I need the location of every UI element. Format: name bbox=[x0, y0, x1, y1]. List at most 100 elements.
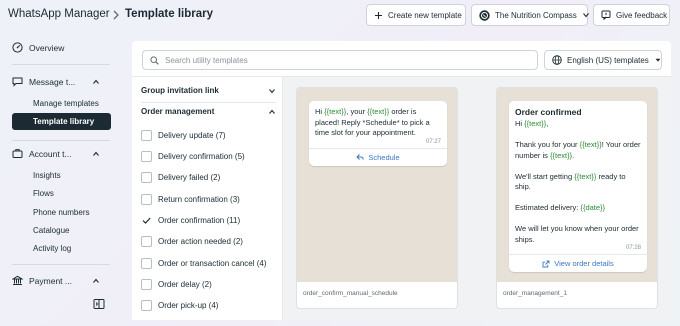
filter-order-action-needed[interactable]: Order action needed (2) bbox=[141, 236, 243, 247]
search-bar[interactable] bbox=[142, 50, 538, 70]
checkbox[interactable] bbox=[141, 172, 152, 183]
chevron-up-icon bbox=[92, 78, 100, 86]
sidebar-item-label: Overview bbox=[29, 42, 65, 53]
chevron-right-icon bbox=[111, 9, 121, 21]
filter-label: Order or transaction cancel (4) bbox=[158, 259, 267, 268]
whatsapp-icon bbox=[479, 9, 490, 21]
account-name: The Nutrition Compass bbox=[495, 10, 577, 20]
category-group-invitation-link[interactable]: Group invitation link bbox=[141, 86, 276, 95]
cta-button[interactable]: View order details bbox=[509, 254, 647, 272]
checkbox[interactable] bbox=[141, 194, 152, 205]
plus-icon bbox=[374, 11, 383, 20]
checkbox[interactable] bbox=[141, 279, 152, 290]
filter-return-confirmation[interactable]: Return confirmation (3) bbox=[141, 194, 240, 205]
sidebar-item-template-library[interactable]: Template library bbox=[12, 113, 111, 130]
account-selector[interactable]: The Nutrition Compass bbox=[471, 4, 590, 26]
template-name: order_management_1 bbox=[503, 290, 567, 297]
filter-delivery-confirmation[interactable]: Delivery confirmation (5) bbox=[141, 151, 245, 162]
sidebar-item-catalogue[interactable]: Catalogue bbox=[33, 226, 69, 235]
sidebar-item-activity-log[interactable]: Activity log bbox=[33, 244, 71, 253]
chat-bubble-icon bbox=[12, 76, 23, 87]
caret-down-icon bbox=[654, 56, 662, 64]
message-header: Order confirmed bbox=[515, 107, 582, 117]
feedback-icon bbox=[601, 10, 611, 20]
divider bbox=[141, 102, 276, 103]
top-bar: WhatsApp Manager Template library Create… bbox=[0, 0, 680, 30]
checkbox[interactable] bbox=[141, 258, 152, 269]
sidebar-section-message-templates[interactable]: Message t... bbox=[12, 76, 102, 87]
filter-order-delay[interactable]: Order delay (2) bbox=[141, 279, 212, 290]
filter-label: Order action needed (2) bbox=[158, 237, 243, 246]
cta-label: View order details bbox=[554, 259, 614, 268]
checkbox[interactable] bbox=[141, 300, 152, 311]
chevron-up-icon bbox=[268, 108, 276, 116]
language-select-value: English (US) templates bbox=[567, 55, 649, 65]
quick-reply-button[interactable]: Schedule bbox=[309, 147, 447, 166]
sidebar-section-payment[interactable]: Payment ... bbox=[12, 275, 102, 286]
chat-background: Hi {{text}}, your {{text}} order is plac… bbox=[297, 88, 457, 282]
quick-reply-label: Schedule bbox=[368, 152, 400, 162]
category-order-management[interactable]: Order management bbox=[141, 107, 276, 116]
sidebar-item-label: Template library bbox=[33, 117, 95, 126]
filter-delivery-failed[interactable]: Delivery failed (2) bbox=[141, 172, 220, 183]
filter-label: Order delay (2) bbox=[158, 280, 212, 289]
checkbox-checked[interactable] bbox=[141, 215, 152, 226]
template-card[interactable]: Order confirmed Hi {{text}}, Thank you f… bbox=[496, 87, 658, 309]
breadcrumb-app-name[interactable]: WhatsApp Manager bbox=[8, 8, 110, 20]
briefcase-icon bbox=[12, 148, 23, 159]
chevron-down-icon bbox=[268, 87, 276, 95]
chevron-down-icon bbox=[582, 11, 590, 19]
create-new-template-label: Create new template bbox=[388, 10, 462, 20]
sidebar-item-overview[interactable]: Overview bbox=[12, 42, 64, 53]
sidebar-item-manage-templates[interactable]: Manage templates bbox=[33, 99, 99, 108]
checkmark-icon bbox=[142, 217, 151, 224]
filter-order-pick-up[interactable]: Order pick-up (4) bbox=[141, 300, 218, 311]
message-time: 07:27 bbox=[425, 138, 441, 145]
template-card[interactable]: Hi {{text}}, your {{text}} order is plac… bbox=[296, 87, 458, 309]
template-library-panel: English (US) templates Group invitation … bbox=[132, 41, 671, 320]
give-feedback-button[interactable]: Give feedback bbox=[593, 4, 670, 26]
message-body: Hi {{text}}, your {{text}} order is plac… bbox=[315, 107, 432, 137]
filter-label: Return confirmation (3) bbox=[158, 195, 240, 204]
search-icon bbox=[150, 55, 159, 65]
search-input[interactable] bbox=[165, 55, 530, 65]
sidebar-item-phone-numbers[interactable]: Phone numbers bbox=[33, 208, 89, 217]
sidebar-divider bbox=[12, 140, 110, 141]
filter-delivery-update[interactable]: Delivery update (7) bbox=[141, 130, 226, 141]
chevron-up-icon bbox=[92, 150, 100, 158]
category-label: Order management bbox=[141, 107, 215, 116]
language-select[interactable]: English (US) templates bbox=[544, 50, 662, 70]
checkbox[interactable] bbox=[141, 236, 152, 247]
filter-order-confirmation[interactable]: Order confirmation (11) bbox=[141, 215, 240, 226]
dashboard-icon bbox=[12, 42, 23, 53]
collapse-sidebar-icon[interactable] bbox=[93, 298, 105, 310]
create-new-template-button[interactable]: Create new template bbox=[366, 4, 466, 26]
filter-label: Delivery update (7) bbox=[158, 131, 226, 140]
sidebar-item-insights[interactable]: Insights bbox=[33, 171, 61, 180]
sidebar-divider bbox=[12, 264, 110, 265]
filter-label: Order confirmation (11) bbox=[158, 216, 241, 225]
message-bubble: Order confirmed Hi {{text}}, Thank you f… bbox=[509, 101, 647, 272]
sidebar: Overview Message t... Manage templates T… bbox=[0, 30, 128, 326]
checkbox[interactable] bbox=[141, 130, 152, 141]
reply-icon bbox=[356, 153, 365, 161]
message-bubble: Hi {{text}}, your {{text}} order is plac… bbox=[309, 101, 447, 166]
category-filter-list: Group invitation link Order management D… bbox=[132, 77, 283, 320]
external-link-icon bbox=[542, 260, 550, 268]
sidebar-item-flows[interactable]: Flows bbox=[33, 189, 54, 198]
page-title: Template library bbox=[125, 8, 213, 20]
filter-order-or-transaction-cancel[interactable]: Order or transaction cancel (4) bbox=[141, 258, 267, 269]
sidebar-section-label: Account t... bbox=[29, 148, 72, 159]
filter-label: Delivery confirmation (5) bbox=[158, 152, 245, 161]
message-time: 07:28 bbox=[625, 245, 641, 251]
checkbox[interactable] bbox=[141, 151, 152, 162]
category-label: Group invitation link bbox=[141, 86, 219, 95]
template-name: order_confirm_manual_schedule bbox=[303, 290, 398, 297]
template-preview-area: Hi {{text}}, your {{text}} order is plac… bbox=[283, 77, 671, 320]
chat-background: Order confirmed Hi {{text}}, Thank you f… bbox=[497, 88, 657, 282]
sidebar-section-account-tools[interactable]: Account t... bbox=[12, 148, 102, 159]
sidebar-divider bbox=[12, 64, 110, 65]
filter-label: Order pick-up (4) bbox=[158, 301, 219, 310]
sidebar-section-label: Message t... bbox=[29, 76, 76, 87]
chevron-up-icon bbox=[92, 277, 100, 285]
